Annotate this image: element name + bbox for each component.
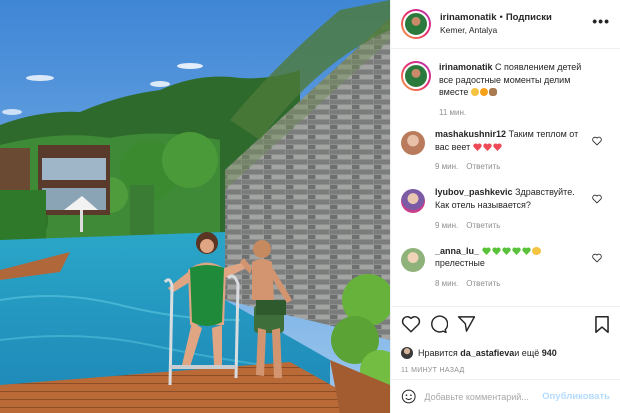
comment-time: 8 мин. <box>435 278 459 288</box>
comment-avatar[interactable] <box>401 247 425 272</box>
reply-button[interactable]: Ответить <box>466 279 500 288</box>
green-heart-emoji-icon <box>521 247 531 255</box>
liker-username[interactable]: da_astafieva <box>460 348 514 358</box>
post-actions: Нравится da_astafieva и ещё 940 11 МИНУТ… <box>391 306 620 374</box>
smile-emoji-icon <box>470 88 479 97</box>
comment-bubble-icon[interactable] <box>429 315 448 334</box>
post-location[interactable]: Kemer, Antalya <box>440 25 552 36</box>
caption-time: 11 мин. <box>439 107 467 117</box>
sun-emoji-icon <box>479 88 488 97</box>
author-avatar[interactable] <box>401 9 431 39</box>
comment-avatar[interactable] <box>401 189 425 214</box>
author-username[interactable]: irinamonatik <box>440 12 497 23</box>
caption-avatar[interactable] <box>401 61 431 91</box>
more-options-icon[interactable]: ••• <box>592 13 610 29</box>
rat-emoji-icon <box>488 88 497 97</box>
separator-dot: • <box>499 12 503 24</box>
like-comment-heart-icon[interactable] <box>592 253 602 263</box>
post-sidebar: irinamonatik • Подписки Kemer, Antalya •••… <box>390 0 620 413</box>
comment-item: lyubov_pashkevic Здравствуйте. Как отель… <box>401 186 610 230</box>
save-bookmark-icon[interactable] <box>594 315 610 334</box>
green-heart-emoji-icon <box>511 247 521 255</box>
sunglasses-emoji-icon <box>531 246 541 255</box>
comments-list[interactable]: irinamonatik С появлением детей все радо… <box>391 55 620 305</box>
publish-button[interactable]: Опубликовать <box>542 391 610 402</box>
likes-count[interactable]: 940 <box>542 348 557 358</box>
likes-middle: и ещё <box>514 348 540 358</box>
comment-username[interactable]: lyubov_pashkevic <box>435 187 513 197</box>
like-heart-icon[interactable] <box>401 315 421 333</box>
green-heart-emoji-icon <box>481 247 491 255</box>
comment-time: 9 мин. <box>435 220 459 230</box>
comment-item: _anna_lu_ прелестные 8 мин. Ответить <box>401 245 610 289</box>
comment-time: 9 мин. <box>435 162 459 172</box>
red-heart-emoji-icon <box>483 143 492 151</box>
green-heart-emoji-icon <box>501 247 511 255</box>
likes-summary: Нравится da_astafieva и ещё 940 <box>401 347 610 359</box>
comment-avatar[interactable] <box>401 130 425 155</box>
comment-item: mashakushnir12 Таким теплом от вас веет … <box>401 128 610 172</box>
comment-username[interactable]: _anna_lu_ <box>435 246 479 256</box>
post-timestamp: 11 МИНУТ НАЗАД <box>401 367 465 374</box>
caption: irinamonatik С появлением детей все радо… <box>401 61 610 118</box>
following-button[interactable]: Подписки <box>506 12 552 23</box>
comment-text: прелестные <box>435 258 485 269</box>
like-comment-heart-icon[interactable] <box>592 194 602 204</box>
green-heart-emoji-icon <box>491 247 501 255</box>
emoji-smiley-icon[interactable] <box>401 388 416 405</box>
likes-prefix: Нравится <box>418 348 458 358</box>
like-comment-heart-icon[interactable] <box>592 136 602 146</box>
pool-photo-illustration <box>0 0 390 413</box>
post-photo[interactable] <box>0 0 390 413</box>
instagram-post-window: irinamonatik • Подписки Kemer, Antalya •••… <box>0 0 620 413</box>
post-header: irinamonatik • Подписки Kemer, Antalya ••• <box>391 0 620 49</box>
comment-username[interactable]: mashakushnir12 <box>435 129 506 139</box>
share-plane-icon[interactable] <box>457 315 476 333</box>
comment-input[interactable] <box>424 391 543 402</box>
reply-button[interactable]: Ответить <box>466 162 500 171</box>
liker-avatar[interactable] <box>401 347 413 359</box>
red-heart-emoji-icon <box>473 143 482 151</box>
add-comment-bar: Опубликовать <box>391 379 620 413</box>
red-heart-emoji-icon <box>493 143 502 151</box>
reply-button[interactable]: Ответить <box>466 221 500 230</box>
caption-username[interactable]: irinamonatik <box>439 62 493 72</box>
